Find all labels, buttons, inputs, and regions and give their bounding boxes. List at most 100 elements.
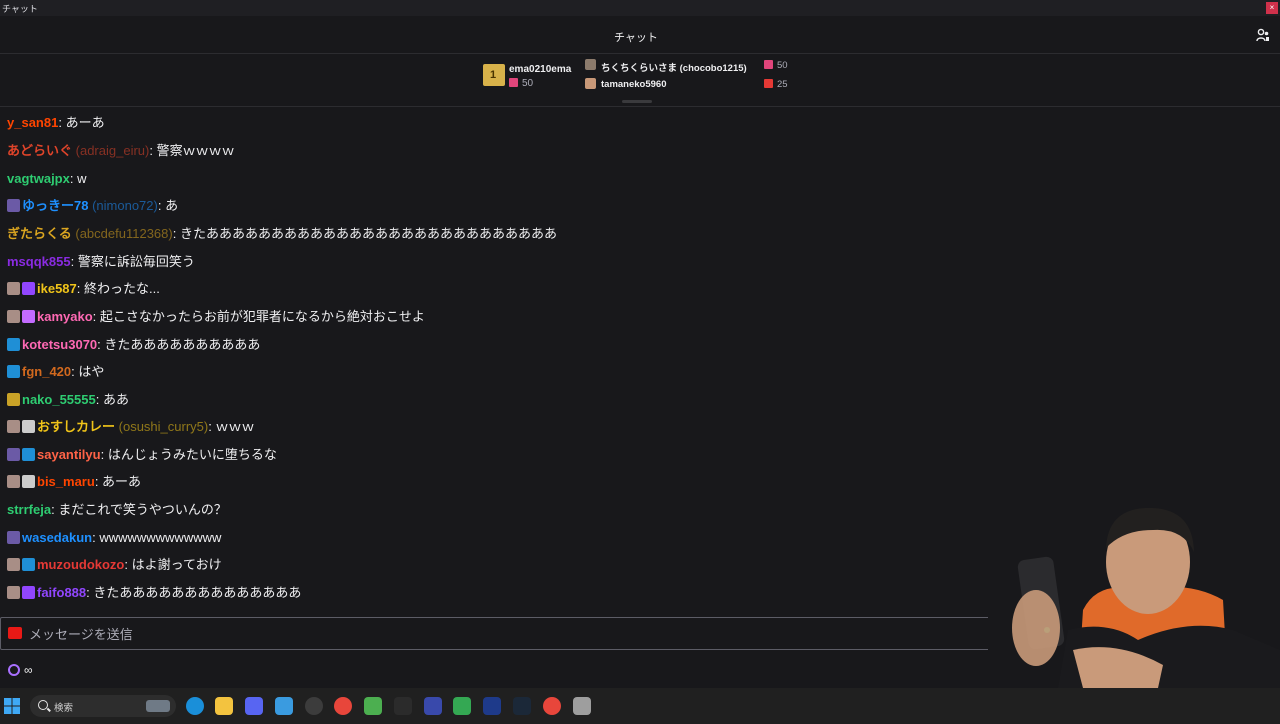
badge-icon[interactable] bbox=[7, 558, 20, 571]
chat-username[interactable]: faifo888 bbox=[37, 585, 86, 600]
chrome-icon[interactable] bbox=[334, 697, 352, 715]
app-blue-icon[interactable] bbox=[424, 697, 442, 715]
chat-username[interactable]: kotetsu3070 bbox=[22, 337, 97, 352]
close-button[interactable]: × bbox=[1266, 2, 1278, 14]
chat-message: bis_maru: あーあ bbox=[7, 472, 141, 492]
monitor-icon[interactable] bbox=[483, 697, 501, 715]
chat-separator: : bbox=[100, 447, 108, 462]
discord-icon[interactable] bbox=[245, 697, 263, 715]
chat-message-text: きたああああああああああ bbox=[104, 337, 261, 352]
leader-row[interactable]: tamaneko5960 25 bbox=[585, 78, 795, 92]
folder-icon[interactable] bbox=[215, 697, 233, 715]
chat-message-text: ｗｗｗ bbox=[215, 419, 255, 434]
badge-icon[interactable] bbox=[22, 310, 35, 323]
chat-username[interactable]: ike587 bbox=[37, 281, 77, 296]
chat-login-name[interactable]: (adraig_eiru) bbox=[76, 143, 150, 158]
avatar bbox=[585, 78, 596, 89]
gift-box-icon bbox=[483, 64, 505, 86]
badge-icon[interactable] bbox=[7, 338, 20, 351]
chat-message-text: はよ謝っておけ bbox=[131, 557, 222, 572]
leader-count: 25 bbox=[777, 79, 788, 90]
chat-username[interactable]: kamyako bbox=[37, 309, 93, 324]
webcam-overlay bbox=[988, 500, 1280, 688]
chat-separator: : bbox=[76, 281, 84, 296]
chat-username[interactable]: あどらいぐ bbox=[7, 143, 72, 158]
taskbar-search-label: 検索 bbox=[54, 703, 74, 714]
top-gifter-name: ema0210ema bbox=[509, 64, 572, 75]
chat-input[interactable] bbox=[29, 624, 1129, 644]
badge-icon[interactable] bbox=[22, 475, 35, 488]
chat-message-text: あーあ bbox=[65, 115, 105, 130]
notepad-icon[interactable] bbox=[275, 697, 293, 715]
badge-icon[interactable] bbox=[7, 365, 20, 378]
drive-icon[interactable] bbox=[453, 697, 471, 715]
chat-username[interactable]: vagtwajpx bbox=[7, 171, 70, 186]
chat-title: チャット bbox=[614, 32, 658, 44]
chat-username[interactable]: muzoudokozo bbox=[37, 557, 124, 572]
badge-icon[interactable] bbox=[22, 586, 35, 599]
chat-message-text: はや bbox=[78, 364, 105, 379]
x-icon[interactable] bbox=[394, 697, 412, 715]
gift-icon bbox=[764, 79, 773, 88]
badge-icon[interactable] bbox=[22, 420, 35, 433]
badge-icon[interactable] bbox=[7, 199, 20, 212]
taskbar-search[interactable]: 検索 bbox=[30, 695, 176, 717]
drag-handle[interactable] bbox=[622, 100, 652, 103]
chat-username[interactable]: おすしカレー bbox=[37, 419, 115, 434]
chat-username[interactable]: msqqk855 bbox=[7, 254, 71, 269]
chat-login-name[interactable]: (abcdefu112368) bbox=[75, 226, 172, 241]
chat-separator: : bbox=[70, 254, 78, 269]
top-gifter-count-row: 50 bbox=[509, 78, 533, 89]
chat-username[interactable]: bis_maru bbox=[37, 474, 95, 489]
badge-icon[interactable] bbox=[7, 448, 20, 461]
badge-icon[interactable] bbox=[7, 393, 20, 406]
badge-icon[interactable] bbox=[7, 586, 20, 599]
chat-username[interactable]: ぎたらくる bbox=[7, 226, 72, 241]
user-badges bbox=[7, 583, 37, 603]
badge-icon[interactable] bbox=[22, 448, 35, 461]
badge-icon[interactable] bbox=[22, 558, 35, 571]
chat-username[interactable]: nako_55555 bbox=[22, 392, 96, 407]
gift-leaderboard: ema0210ema 50 ちくちくらいさま (chocobo1215) 50 … bbox=[0, 54, 1280, 107]
chat-username[interactable]: y_san81 bbox=[7, 115, 58, 130]
chat-username[interactable]: ゆっきー78 bbox=[22, 198, 88, 213]
user-badges bbox=[7, 555, 37, 575]
chat-message-text: あーあ bbox=[102, 474, 142, 489]
badge-icon[interactable] bbox=[22, 282, 35, 295]
chat-message-text: きたああああああああああああああ bbox=[93, 585, 302, 600]
tool-icon[interactable] bbox=[573, 697, 591, 715]
badge-icon[interactable] bbox=[7, 475, 20, 488]
steam-icon[interactable] bbox=[513, 697, 531, 715]
leader-row[interactable]: ちくちくらいさま (chocobo1215) 50 bbox=[585, 59, 795, 74]
search-icon bbox=[38, 700, 48, 710]
chat-username[interactable]: sayantilyu bbox=[37, 447, 101, 462]
chat-login-name[interactable]: (osushi_curry5) bbox=[119, 419, 209, 434]
chat-header: チャット bbox=[0, 16, 1280, 54]
chat-separator: : bbox=[149, 143, 157, 158]
badge-icon[interactable] bbox=[7, 310, 20, 323]
chat-message: vagtwajpx: w bbox=[7, 169, 86, 189]
chat-message: sayantilyu: はんじょうみたいに堕ちるな bbox=[7, 445, 277, 465]
chat-separator: : bbox=[157, 198, 166, 213]
edge-icon[interactable] bbox=[186, 697, 204, 715]
chat-message-text: 起こさなかったらお前が犯罪者になるから絶対おこせよ bbox=[99, 309, 425, 324]
obs-icon[interactable] bbox=[305, 697, 323, 715]
minecraft-icon[interactable] bbox=[364, 697, 382, 715]
leader-name: tamaneko5960 bbox=[601, 79, 667, 90]
chat-message: muzoudokozo: はよ謝っておけ bbox=[7, 555, 222, 575]
chat-username[interactable]: strrfeja bbox=[7, 502, 51, 517]
chat-login-name[interactable]: (nimono72) bbox=[92, 198, 158, 213]
badge-icon[interactable] bbox=[7, 420, 20, 433]
badge-icon[interactable] bbox=[7, 282, 20, 295]
chat-message: ゆっきー78 (nimono72): あ bbox=[7, 196, 178, 216]
channel-points-icon[interactable] bbox=[8, 664, 20, 676]
chat-username[interactable]: fgn_420 bbox=[22, 364, 71, 379]
users-icon[interactable] bbox=[1256, 28, 1270, 42]
user-badges bbox=[7, 445, 37, 465]
badge-icon[interactable] bbox=[7, 531, 20, 544]
chat-separator: : bbox=[95, 392, 103, 407]
chat-separator: : bbox=[172, 226, 180, 241]
windows-start-icon[interactable] bbox=[4, 698, 20, 714]
chat-username[interactable]: wasedakun bbox=[22, 530, 92, 545]
chrome-2-icon[interactable] bbox=[543, 697, 561, 715]
